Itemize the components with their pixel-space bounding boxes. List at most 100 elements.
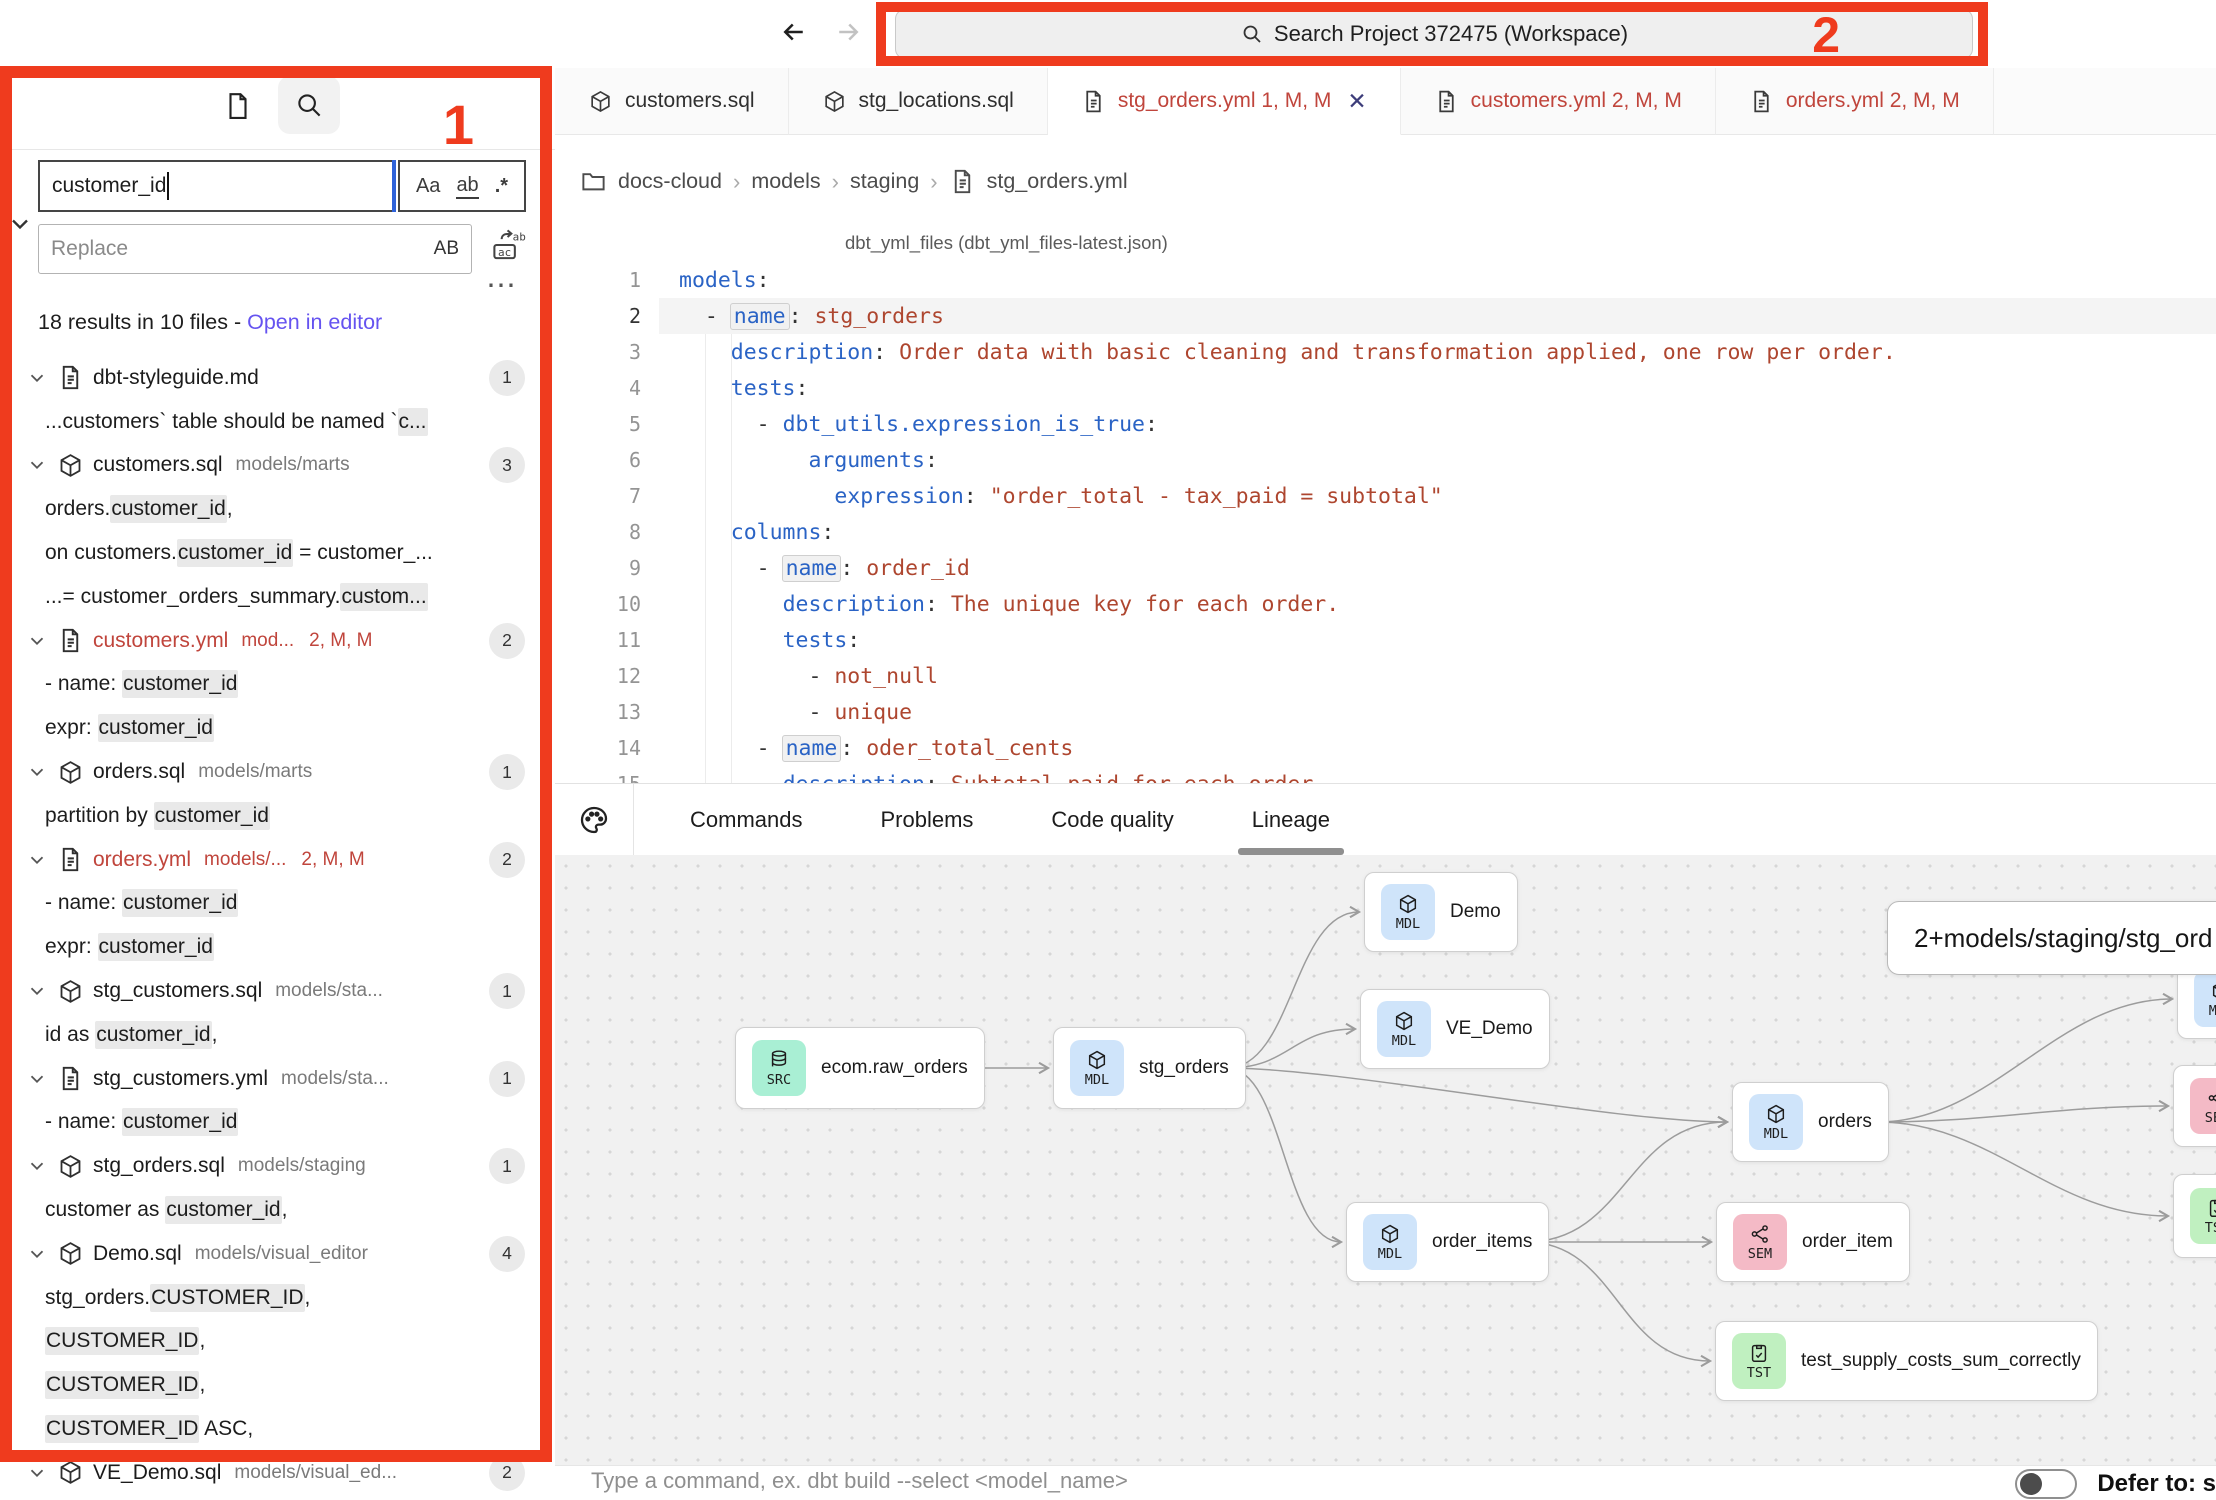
lineage-node-ecom.raw_orders[interactable]: SRCecom.raw_orders: [735, 1027, 985, 1109]
lineage-node-orders[interactable]: MDLorders: [1732, 1082, 1889, 1162]
file-path: models/...: [204, 849, 286, 871]
panel-tab-commands[interactable]: Commands: [686, 784, 806, 855]
sem-badge: SEM: [1733, 1214, 1787, 1270]
src-badge: SRC: [752, 1040, 806, 1096]
lineage-canvas[interactable]: SRCecom.raw_ordersMDLstg_ordersMDLDemoMD…: [555, 855, 2216, 1465]
search-match-line[interactable]: customer as customer_id,: [0, 1188, 543, 1232]
modified-flags: 2, M, M: [301, 849, 364, 871]
search-result-file-row[interactable]: dbt-styleguide.md1: [0, 356, 543, 400]
breadcrumb-item[interactable]: models: [751, 169, 820, 194]
forward-arrow-icon[interactable]: [826, 10, 870, 54]
search-match-line[interactable]: CUSTOMER_ID ASC,: [0, 1407, 543, 1451]
search-match-line[interactable]: id as customer_id,: [0, 1013, 543, 1057]
lineage-node-stg_orders[interactable]: MDLstg_orders: [1053, 1027, 1246, 1109]
code-text: models:: [641, 268, 770, 293]
search-match-line[interactable]: orders.customer_id,: [0, 487, 543, 531]
code-text: expression: "order_total - tax_paid = su…: [641, 484, 1443, 509]
search-result-file-row[interactable]: customers.sqlmodels/marts3: [0, 444, 543, 488]
search-result-file-row[interactable]: orders.ymlmodels/...2, M, M2: [0, 838, 543, 882]
lineage-node-p3[interactable]: TST: [2173, 1174, 2216, 1258]
breadcrumb-item[interactable]: staging: [850, 169, 919, 194]
editor-tab-customers-yml[interactable]: customers.yml 2, M, M: [1401, 68, 1716, 135]
search-match-line[interactable]: stg_orders.CUSTOMER_ID,: [0, 1276, 543, 1320]
chevron-down-icon[interactable]: [26, 1155, 48, 1177]
toggle-replace-chevron-icon[interactable]: [6, 210, 34, 238]
search-match-line[interactable]: expr: customer_id: [0, 925, 543, 969]
search-match-line[interactable]: ...= customer_orders_summary.custom...: [0, 575, 543, 619]
search-match-line[interactable]: ...customers` table should be named `c..…: [0, 400, 543, 444]
editor-tab-orders-yml[interactable]: orders.yml 2, M, M: [1716, 68, 1994, 135]
lineage-edge-stg-demo: [1227, 912, 1359, 1068]
code-token: :: [964, 484, 977, 509]
chevron-down-icon[interactable]: [26, 367, 48, 389]
chevron-down-icon[interactable]: [26, 849, 48, 871]
code-line: 2 - name: stg_orders: [555, 298, 2216, 334]
search-match-line[interactable]: - name: customer_id: [0, 663, 543, 707]
mdl-badge: MDL: [1381, 884, 1435, 940]
global-search-button[interactable]: Search Project 372475 (Workspace): [895, 9, 1973, 59]
code-token: -: [679, 556, 783, 581]
lineage-node-Demo[interactable]: MDLDemo: [1364, 872, 1518, 952]
whole-word-button[interactable]: ab: [456, 174, 478, 199]
code-token: -: [679, 304, 731, 329]
chevron-down-icon[interactable]: [26, 1462, 48, 1484]
close-icon[interactable]: ✕: [1347, 88, 1366, 115]
regex-button[interactable]: .*: [495, 175, 508, 198]
lineage-node-VE_Demo[interactable]: MDLVE_Demo: [1360, 989, 1550, 1069]
editor-tab-stg_orders-yml[interactable]: stg_orders.yml 1, M, M✕: [1048, 68, 1401, 135]
lineage-node-order_item[interactable]: SEMorder_item: [1716, 1202, 1910, 1282]
match-text: on customers.: [45, 541, 177, 565]
file-name: dbt-styleguide.md: [93, 366, 259, 390]
match-case-button[interactable]: Aa: [416, 175, 440, 198]
search-result-file-row[interactable]: customers.ymlmod...2, M, M2: [0, 619, 543, 663]
search-match-line[interactable]: - name: customer_id: [0, 882, 543, 926]
panel-tab-code-quality[interactable]: Code quality: [1047, 784, 1177, 855]
open-in-editor-link[interactable]: Open in editor: [247, 310, 382, 334]
search-match-line[interactable]: expr: customer_id: [0, 706, 543, 750]
search-match-line[interactable]: CUSTOMER_ID,: [0, 1363, 543, 1407]
chevron-down-icon[interactable]: [26, 1243, 48, 1265]
lineage-node-order_items[interactable]: MDLorder_items: [1346, 1202, 1549, 1282]
palette-icon[interactable]: [555, 784, 634, 855]
chevron-down-icon[interactable]: [26, 980, 48, 1002]
line-number: 9: [555, 556, 641, 580]
panel-tab-lineage[interactable]: Lineage: [1248, 784, 1334, 855]
search-match-line[interactable]: - name: customer_id: [0, 1101, 543, 1145]
command-input[interactable]: Type a command, ex. dbt build --select <…: [591, 1468, 1128, 1494]
search-match-line[interactable]: CUSTOMER_ID,: [0, 1320, 543, 1364]
code-editor[interactable]: 1models:2 - name: stg_orders3 descriptio…: [555, 262, 2216, 783]
search-result-file-row[interactable]: stg_orders.sqlmodels/staging1: [0, 1144, 543, 1188]
search-input[interactable]: customer_id: [38, 160, 396, 212]
lineage-selector-box[interactable]: 2+models/staging/stg_ord: [1887, 901, 2216, 975]
panel-tab-problems[interactable]: Problems: [876, 784, 977, 855]
search-result-file-row[interactable]: stg_customers.sqlmodels/sta...1: [0, 969, 543, 1013]
more-actions-button[interactable]: ⋯: [486, 268, 517, 303]
breadcrumb-item[interactable]: docs-cloud: [618, 169, 722, 194]
search-result-file-row[interactable]: stg_customers.ymlmodels/sta...1: [0, 1057, 543, 1101]
editor-tab-customers-sql[interactable]: customers.sql: [555, 68, 789, 135]
search-icon[interactable]: [278, 76, 340, 134]
chevron-down-icon[interactable]: [26, 761, 48, 783]
breadcrumb[interactable]: docs-cloud›models›staging›stg_orders.yml: [580, 168, 1128, 195]
editor-tab-stg_locations-sql[interactable]: stg_locations.sql: [789, 68, 1048, 135]
new-file-icon[interactable]: [214, 82, 262, 130]
lineage-node-p2[interactable]: SEM: [2173, 1065, 2216, 1147]
replace-input[interactable]: Replace AB: [38, 224, 472, 274]
code-token: [679, 592, 783, 617]
model-cube-icon: [57, 1240, 84, 1267]
replace-all-icon[interactable]: acab: [490, 226, 528, 264]
search-match-line[interactable]: on customers.customer_id = customer_...: [0, 531, 543, 575]
back-arrow-icon[interactable]: [772, 10, 816, 54]
search-result-file-row[interactable]: VE_Demo.sqlmodels/visual_ed...2: [0, 1451, 543, 1495]
defer-toggle[interactable]: [2015, 1469, 2077, 1499]
preserve-case-button[interactable]: AB: [434, 238, 459, 260]
chevron-down-icon[interactable]: [26, 1068, 48, 1090]
chevron-down-icon[interactable]: [26, 630, 48, 652]
lineage-node-test_supply_costs_sum_correctly[interactable]: TSTtest_supply_costs_sum_correctly: [1715, 1321, 2098, 1401]
svg-text:ab: ab: [513, 231, 526, 244]
chevron-down-icon[interactable]: [26, 454, 48, 476]
search-result-file-row[interactable]: Demo.sqlmodels/visual_editor4: [0, 1232, 543, 1276]
badge-label: MDL: [2209, 1003, 2216, 1019]
search-match-line[interactable]: partition by customer_id: [0, 794, 543, 838]
search-result-file-row[interactable]: orders.sqlmodels/marts1: [0, 750, 543, 794]
